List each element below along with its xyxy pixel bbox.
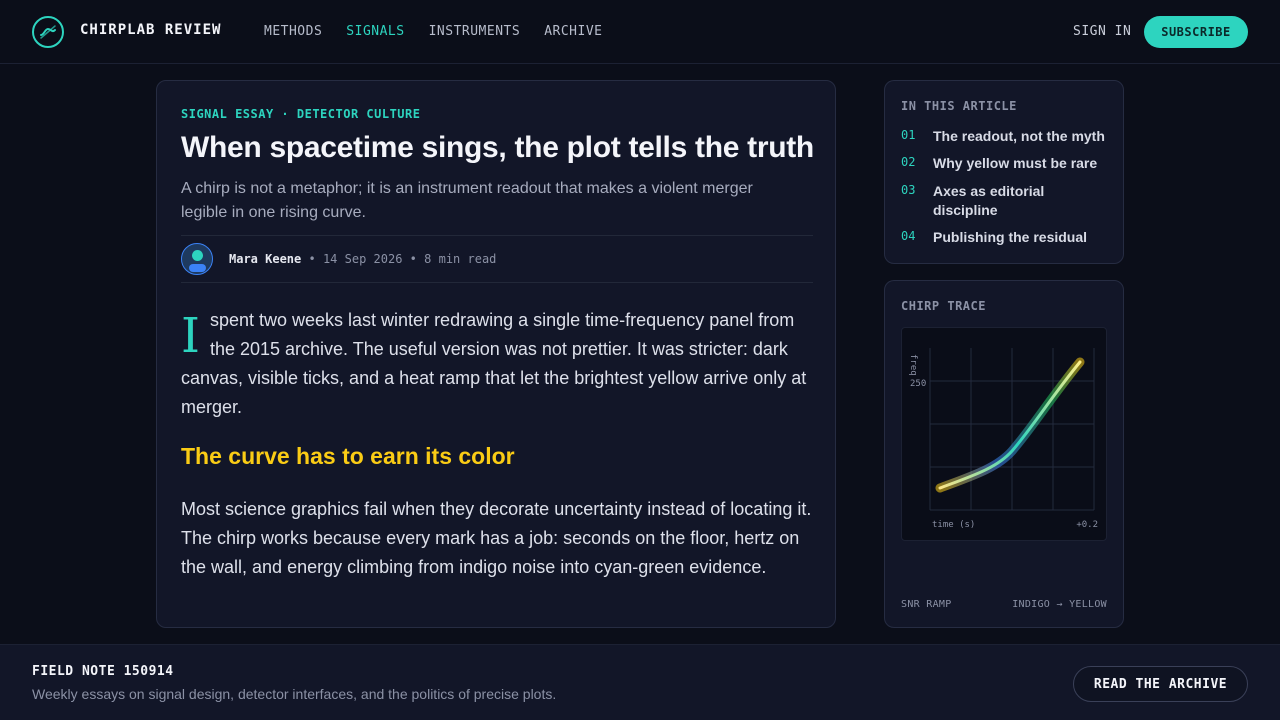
paragraph-text: spent two weeks last winter redrawing a …	[181, 310, 807, 417]
toc-label[interactable]: Axes as editorial discipline	[933, 182, 1111, 220]
footer-bar: FIELD NOTE 150914 Weekly essays on signa…	[0, 644, 1280, 720]
publish-date: 14 Sep 2026	[322, 252, 403, 266]
read-time: 8 min read	[424, 252, 497, 266]
nav-item-signals[interactable]: SIGNALS	[346, 24, 404, 39]
nav-item-methods[interactable]: METHODS	[264, 24, 322, 39]
field-note-description: Weekly essays on signal design, detector…	[32, 686, 557, 702]
nav-item-archive[interactable]: ARCHIVE	[544, 24, 602, 39]
article-paragraph: Ispent two weeks last winter redrawing a…	[181, 306, 817, 422]
trace-footer: SNR RAMP INDIGO → YELLOW	[901, 599, 1107, 610]
toc-heading: IN THIS ARTICLE	[901, 99, 1017, 113]
nav-item-instruments[interactable]: INSTRUMENTS	[429, 24, 521, 39]
article-kicker: SIGNAL ESSAY · DETECTOR CULTURE	[181, 107, 421, 121]
subscribe-button[interactable]: SUBSCRIBE	[1144, 16, 1248, 48]
chirp-trace-panel: CHIRP TRACE freq 250 time (s) +0.2 SNR R…	[884, 280, 1124, 628]
author-name[interactable]: Mara Keene	[229, 252, 301, 266]
article-subhead: The curve has to earn its color	[181, 443, 515, 469]
read-archive-button[interactable]: READ THE ARCHIVE	[1073, 666, 1248, 702]
article-card: SIGNAL ESSAY · DETECTOR CULTURE When spa…	[156, 80, 836, 628]
chirp-svg: freq 250 time (s) +0.2	[908, 348, 1098, 530]
toc-label[interactable]: The readout, not the myth	[933, 127, 1111, 146]
table-of-contents: IN THIS ARTICLE 01 The readout, not the …	[884, 80, 1124, 264]
color-ramp-label: INDIGO → YELLOW	[1012, 599, 1107, 610]
field-note-title: FIELD NOTE 150914	[32, 664, 174, 679]
byline-separator: •	[308, 252, 316, 266]
drop-cap: I	[181, 308, 200, 364]
x-axis-label: time (s)	[932, 520, 975, 530]
toc-label[interactable]: Why yellow must be rare	[933, 154, 1111, 173]
x-tick-label: +0.2	[1076, 520, 1098, 530]
chirp-wave-icon[interactable]	[32, 16, 64, 48]
article-title: When spacetime sings, the plot tells the…	[181, 131, 814, 164]
sign-in-link[interactable]: SIGN IN	[1073, 24, 1131, 39]
top-navigation: CHIRPLAB REVIEW METHODS SIGNALS INSTRUME…	[0, 0, 1280, 64]
trace-heading: CHIRP TRACE	[901, 299, 986, 313]
article-dek: A chirp is not a metaphor; it is an inst…	[181, 180, 753, 221]
toc-number: 04	[901, 229, 916, 243]
y-tick-label: 250	[910, 379, 926, 389]
snr-ramp-label: SNR RAMP	[901, 599, 952, 610]
main-nav: METHODS SIGNALS INSTRUMENTS ARCHIVE	[264, 24, 602, 39]
byline-separator: •	[409, 252, 417, 266]
article-paragraph: Most science graphics fail when they dec…	[181, 499, 812, 577]
brand-name[interactable]: CHIRPLAB REVIEW	[80, 22, 221, 38]
chirp-plot: freq 250 time (s) +0.2	[901, 327, 1107, 541]
avatar[interactable]	[181, 243, 213, 275]
toc-number: 01	[901, 128, 916, 142]
byline-text: Mara Keene • 14 Sep 2026 • 8 min read	[229, 252, 496, 266]
toc-number: 02	[901, 155, 916, 169]
byline: Mara Keene • 14 Sep 2026 • 8 min read	[181, 235, 813, 283]
y-axis-label: freq	[908, 354, 918, 376]
toc-number: 03	[901, 183, 916, 197]
toc-label[interactable]: Publishing the residual	[933, 228, 1111, 247]
